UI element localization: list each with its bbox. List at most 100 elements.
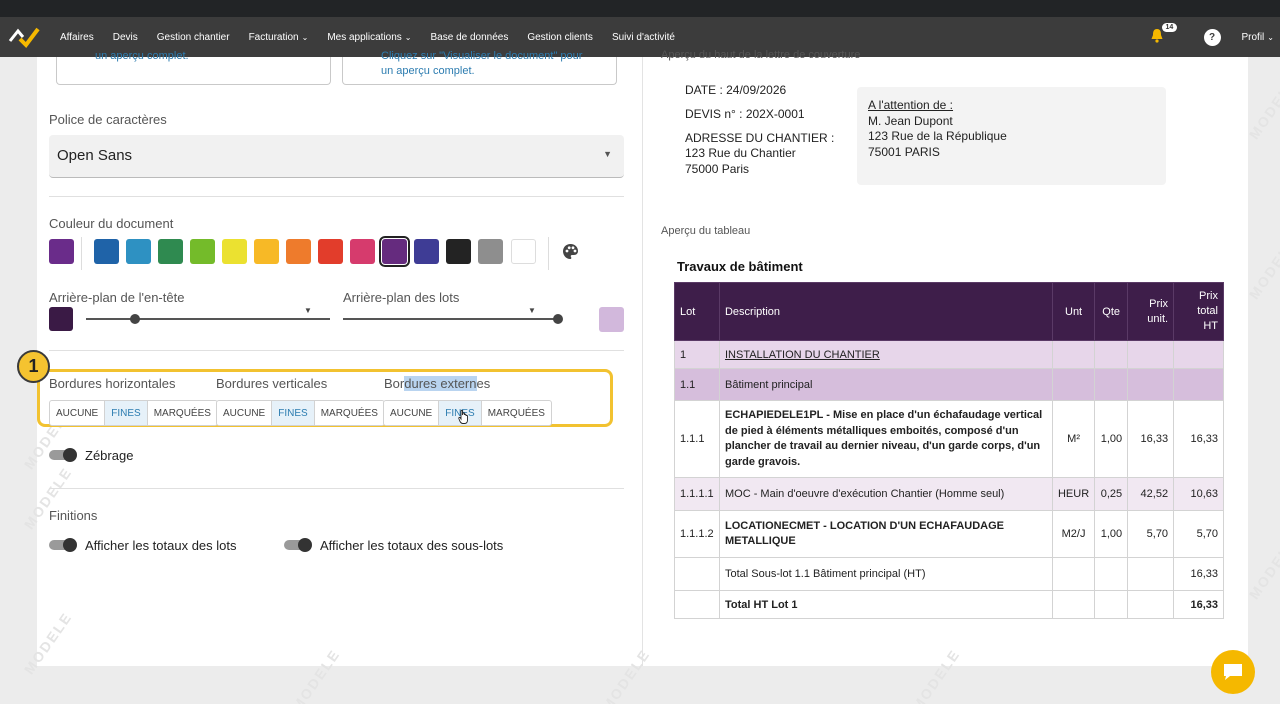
cell-total-price: 5,70 bbox=[1173, 510, 1224, 558]
swatch-separator bbox=[81, 237, 82, 270]
table-header-row: Lot Description Unt Qte Prix unit. Prix to… bbox=[674, 282, 1224, 341]
horizontal-borders-marked[interactable]: MARQUÉES bbox=[148, 401, 217, 425]
header-background-label: Arrière-plan de l'en-tête bbox=[49, 290, 185, 305]
profile-menu[interactable]: Profil ⌄ bbox=[1242, 32, 1275, 43]
cover-letter-preview-label: Aperçu du haut de la lettre de couvertur… bbox=[661, 49, 861, 61]
color-swatch[interactable] bbox=[318, 239, 343, 264]
cell-unit-price: 16,33 bbox=[1127, 400, 1175, 478]
preview-card-text: Cliquez sur "Visualiser le document" pou… bbox=[381, 50, 583, 62]
color-swatch[interactable] bbox=[222, 239, 247, 264]
color-swatch[interactable] bbox=[126, 239, 151, 264]
zebra-toggle[interactable] bbox=[49, 448, 79, 462]
color-swatch[interactable] bbox=[94, 239, 119, 264]
nav-base-de-donnees[interactable]: Base de données bbox=[431, 32, 509, 43]
cell-lot: 1 bbox=[674, 340, 720, 369]
totals-lots-label: Afficher les totaux des lots bbox=[85, 538, 237, 553]
font-select[interactable]: Open Sans ▼ bbox=[49, 135, 624, 178]
callout-number: 1 bbox=[17, 350, 50, 383]
header-background-slider[interactable] bbox=[86, 318, 330, 320]
lots-background-swatch[interactable] bbox=[599, 307, 624, 332]
color-swatch[interactable] bbox=[414, 239, 439, 264]
color-swatch[interactable] bbox=[254, 239, 279, 264]
color-swatch[interactable] bbox=[350, 239, 375, 264]
totals-souslots-toggle[interactable] bbox=[284, 538, 314, 552]
nav-gestion-chantier[interactable]: Gestion chantier bbox=[157, 32, 230, 43]
site-address-title: ADRESSE DU CHANTIER : bbox=[685, 131, 835, 145]
app-logo-icon[interactable] bbox=[0, 17, 60, 57]
nav-affaires[interactable]: Affaires bbox=[60, 32, 94, 43]
cell-lot: 1.1.1 bbox=[674, 400, 720, 478]
nav-suivi-activite[interactable]: Suivi d'activité bbox=[612, 32, 675, 43]
header-background-swatch[interactable] bbox=[49, 307, 73, 331]
cell-description: Total HT Lot 1 bbox=[718, 590, 1053, 619]
chevron-down-icon: ⌄ bbox=[1267, 32, 1274, 42]
lots-background-slider-handle[interactable] bbox=[552, 314, 563, 324]
cell-description: ECHAPIEDELE1PL - Mise en place d'un écha… bbox=[718, 400, 1053, 478]
cell-unit: M2/J bbox=[1051, 510, 1096, 558]
preview-card-text: un aperçu complet. bbox=[95, 50, 189, 62]
watermark: MODELE bbox=[1245, 533, 1280, 603]
notifications-count-badge: 14 bbox=[1161, 22, 1178, 32]
nav-devis[interactable]: Devis bbox=[113, 32, 138, 43]
col-unit: Unt bbox=[1051, 282, 1096, 341]
table-row: 1.1.1 ECHAPIEDELE1PL - Mise en place d'u… bbox=[674, 400, 1224, 478]
totals-souslots-label: Afficher les totaux des sous-lots bbox=[320, 538, 504, 553]
cell-description: Total Sous-lot 1.1 Bâtiment principal (H… bbox=[718, 557, 1053, 591]
cell-unit: HEUR bbox=[1051, 477, 1096, 511]
dropdown-arrow-icon[interactable]: ▼ bbox=[304, 306, 312, 315]
devis-preview-table: Lot Description Unt Qte Prix unit. Prix to… bbox=[674, 282, 1224, 619]
notifications-bell-icon[interactable]: 14 bbox=[1150, 22, 1178, 47]
watermark: MODELE bbox=[1245, 233, 1280, 303]
cell-unit: M² bbox=[1051, 400, 1096, 478]
color-swatch[interactable] bbox=[190, 239, 215, 264]
attention-name: M. Jean Dupont bbox=[868, 114, 953, 128]
color-swatch[interactable] bbox=[446, 239, 471, 264]
vertical-borders-marked[interactable]: MARQUÉES bbox=[315, 401, 384, 425]
color-swatch[interactable] bbox=[158, 239, 183, 264]
top-strip bbox=[0, 0, 1280, 17]
table-row: Total Sous-lot 1.1 Bâtiment principal (H… bbox=[674, 557, 1224, 591]
palette-icon[interactable] bbox=[562, 243, 579, 260]
cell-total-price: 16,33 bbox=[1173, 557, 1224, 591]
vertical-borders-toggle: AUCUNE FINES MARQUÉES bbox=[216, 400, 385, 426]
lots-background-slider[interactable] bbox=[343, 318, 561, 320]
cell-qty: 1,00 bbox=[1094, 400, 1129, 478]
color-swatch[interactable] bbox=[379, 236, 410, 267]
preview-card-right[interactable]: Cliquez sur "Visualiser le document" pou… bbox=[342, 50, 617, 85]
table-title: Travaux de bâtiment bbox=[677, 259, 803, 274]
nav-facturation[interactable]: Facturation ⌄ bbox=[249, 32, 309, 43]
horizontal-borders-thin[interactable]: FINES bbox=[105, 401, 148, 425]
header-background-slider-handle[interactable] bbox=[129, 314, 140, 324]
external-borders-none[interactable]: AUCUNE bbox=[384, 401, 440, 425]
dropdown-arrow-icon[interactable]: ▼ bbox=[528, 306, 536, 315]
color-swatch[interactable] bbox=[49, 239, 74, 264]
cell-qty: 0,25 bbox=[1094, 477, 1129, 511]
nav-gestion-clients[interactable]: Gestion clients bbox=[527, 32, 593, 43]
vertical-borders-thin[interactable]: FINES bbox=[272, 401, 315, 425]
totals-lots-toggle[interactable] bbox=[49, 538, 79, 552]
horizontal-borders-toggle: AUCUNE FINES MARQUÉES bbox=[49, 400, 218, 426]
horizontal-borders-none[interactable]: AUCUNE bbox=[50, 401, 106, 425]
external-borders-marked[interactable]: MARQUÉES bbox=[482, 401, 551, 425]
cell-qty: 1,00 bbox=[1094, 510, 1129, 558]
nav-mes-applications[interactable]: Mes applications ⌄ bbox=[327, 32, 411, 43]
table-row: 1.1 Bâtiment principal bbox=[674, 368, 1224, 401]
panel-divider bbox=[642, 57, 643, 666]
vertical-borders-label: Bordures verticales bbox=[216, 376, 328, 391]
help-icon[interactable]: ? bbox=[1203, 28, 1221, 46]
color-swatch[interactable] bbox=[511, 239, 536, 264]
cell-description: MOC - Main d'oeuvre d'exécution Chantier… bbox=[718, 477, 1053, 511]
preview-card-left[interactable]: un aperçu complet. bbox=[56, 50, 331, 85]
col-total-price: Prix total HT bbox=[1173, 282, 1224, 341]
vertical-borders-none[interactable]: AUCUNE bbox=[217, 401, 273, 425]
table-row: 1 INSTALLATION DU CHANTIER bbox=[674, 340, 1224, 369]
attention-address: 123 Rue de la République bbox=[868, 129, 1007, 143]
cell-description: LOCATIONECMET - LOCATION D'UN ECHAFAUDAG… bbox=[718, 510, 1053, 558]
font-label: Police de caractères bbox=[49, 112, 167, 127]
color-swatch[interactable] bbox=[478, 239, 503, 264]
cell-total-price: 16,33 bbox=[1173, 590, 1224, 619]
color-swatch[interactable] bbox=[286, 239, 311, 264]
chat-icon[interactable] bbox=[1211, 650, 1255, 694]
cell-lot: 1.1.1.1 bbox=[674, 477, 720, 511]
watermark: MODELE bbox=[1245, 73, 1280, 143]
